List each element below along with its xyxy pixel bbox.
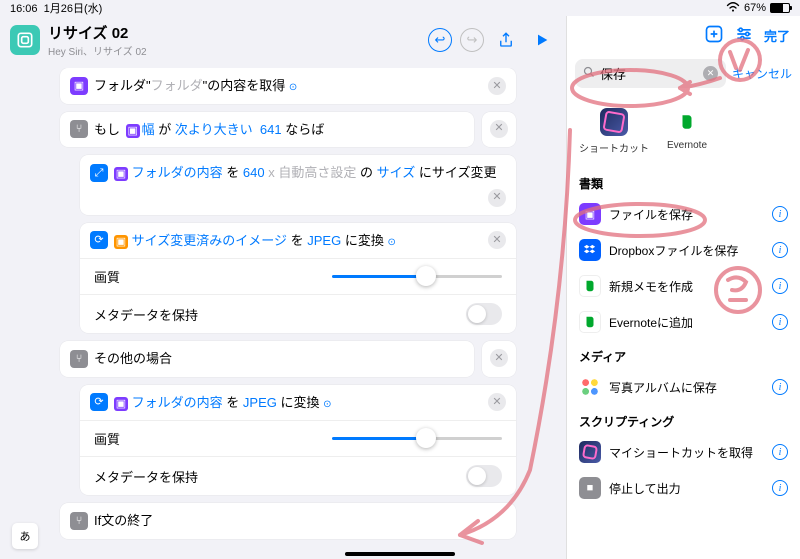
file-icon: ▣ — [579, 203, 601, 225]
metadata-label: メタデータを保持 — [94, 467, 198, 486]
info-button[interactable]: i — [772, 206, 788, 222]
shortcut-icon — [10, 25, 40, 55]
variable-icon: ▣ — [114, 235, 128, 249]
quality-slider[interactable] — [332, 437, 502, 440]
metadata-label: メタデータを保持 — [94, 305, 198, 324]
section-documents: 書類 — [567, 167, 800, 196]
action-else[interactable]: ⑂ その他の場合 — [60, 341, 474, 377]
action-resize[interactable]: ⤢ ▣ フォルダの内容 を 640 x 自動高さ設定 の サイズ にサイズ変更 — [80, 155, 516, 215]
if-close-pill[interactable]: ✕ — [482, 112, 516, 148]
variable-icon: ▣ — [114, 397, 128, 411]
metadata-toggle[interactable] — [466, 465, 502, 487]
shortcuts-app-icon — [600, 108, 628, 136]
variable-icon: ▣ — [126, 124, 140, 138]
cancel-search-button[interactable]: キャンセル — [732, 65, 792, 82]
share-button[interactable] — [492, 26, 520, 54]
quality-label: 画質 — [94, 267, 120, 286]
keyboard-toggle-button[interactable]: あ — [12, 523, 38, 549]
branch-icon: ⑂ — [70, 512, 88, 530]
action-convert-image-2[interactable]: ⟳ ▣ フォルダの内容 を JPEG に変換 ⊙ ✕ 画質 — [80, 385, 516, 496]
redo-button[interactable]: ↪ — [460, 28, 484, 52]
wifi-icon — [726, 2, 740, 15]
branch-icon: ⑂ — [70, 120, 88, 138]
app-filter-shortcuts[interactable]: ショートカット — [579, 108, 649, 155]
action-new-note-evernote[interactable]: 新規メモを作成 i — [567, 268, 800, 304]
remove-action-button[interactable]: ✕ — [488, 189, 506, 207]
branch-icon: ⑂ — [70, 350, 88, 368]
action-get-my-shortcuts[interactable]: マイショートカットを取得 i — [567, 434, 800, 470]
evernote-icon — [579, 275, 601, 297]
info-button[interactable]: i — [772, 444, 788, 460]
action-save-photo-album[interactable]: 写真アルバムに保存 i — [567, 369, 800, 405]
battery-percent: 67% — [744, 2, 766, 14]
shortcuts-icon — [579, 441, 601, 463]
action-get-folder-contents[interactable]: ▣ フォルダ"フォルダ"の内容を取得 ⊙ ✕ — [60, 68, 516, 104]
info-button[interactable]: i — [772, 314, 788, 330]
undo-button[interactable]: ↩ — [428, 28, 452, 52]
action-add-to-evernote[interactable]: Evernoteに追加 i — [567, 304, 800, 340]
status-bar: 16:06 1月26日(水) 67% — [0, 0, 800, 16]
action-save-dropbox[interactable]: Dropboxファイルを保存 i — [567, 232, 800, 268]
home-indicator[interactable] — [345, 552, 455, 556]
action-stop-and-output[interactable]: ■ 停止して出力 i — [567, 470, 800, 506]
quality-slider[interactable] — [332, 275, 502, 278]
add-action-button[interactable] — [704, 24, 724, 47]
dropbox-icon — [579, 239, 601, 261]
collapse-icon[interactable]: ⊙ — [387, 237, 395, 248]
remove-action-button[interactable]: ✕ — [488, 231, 506, 249]
done-button[interactable]: 完了 — [764, 26, 790, 45]
info-button[interactable]: i — [772, 379, 788, 395]
quality-label: 画質 — [94, 429, 120, 448]
editor-header: リサイズ 02 Hey Siri、リサイズ 02 ↩ ↪ — [0, 16, 566, 68]
section-media: メディア — [567, 340, 800, 369]
metadata-toggle[interactable] — [466, 303, 502, 325]
action-convert-image-1[interactable]: ⟳ ▣ サイズ変更済みのイメージ を JPEG に変換 ⊙ ✕ 画質 — [80, 223, 516, 334]
clear-search-button[interactable]: ✕ — [703, 66, 718, 81]
convert-icon: ⟳ — [90, 393, 108, 411]
action-if[interactable]: ⑂ もし ▣幅 が 次より大きい 641 ならば — [60, 112, 474, 148]
info-button[interactable]: i — [772, 480, 788, 496]
collapse-icon[interactable]: ⊙ — [323, 399, 331, 410]
stop-icon: ■ — [579, 477, 601, 499]
shortcut-title: リサイズ 02 — [48, 22, 420, 43]
run-button[interactable] — [528, 26, 556, 54]
search-input[interactable]: 保存 ✕ — [575, 59, 726, 88]
battery-icon — [770, 3, 790, 13]
photos-icon — [579, 376, 601, 398]
info-button[interactable]: i — [772, 278, 788, 294]
search-icon — [583, 66, 595, 81]
disclosure-icon[interactable]: ⊙ — [289, 82, 297, 93]
status-date: 1月26日(水) — [44, 3, 103, 15]
evernote-app-icon — [673, 108, 701, 136]
remove-action-button[interactable]: ✕ — [488, 393, 506, 411]
status-time: 16:06 — [10, 3, 38, 15]
action-save-file[interactable]: ▣ ファイルを保存 i — [567, 196, 800, 232]
evernote-icon — [579, 311, 601, 333]
shortcut-subtitle: Hey Siri、リサイズ 02 — [48, 43, 420, 58]
convert-icon: ⟳ — [90, 231, 108, 249]
resize-icon: ⤢ — [90, 164, 108, 182]
filter-button[interactable] — [734, 24, 754, 47]
info-button[interactable]: i — [772, 242, 788, 258]
variable-icon: ▣ — [114, 167, 128, 181]
folder-icon: ▣ — [70, 77, 88, 95]
search-value: 保存 — [600, 64, 626, 83]
section-scripting: スクリプティング — [567, 405, 800, 434]
else-close-pill[interactable]: ✕ — [482, 341, 516, 377]
action-endif[interactable]: ⑂ If文の終了 — [60, 503, 516, 539]
app-filter-evernote[interactable]: Evernote — [667, 108, 707, 155]
remove-action-button[interactable]: ✕ — [488, 77, 506, 95]
